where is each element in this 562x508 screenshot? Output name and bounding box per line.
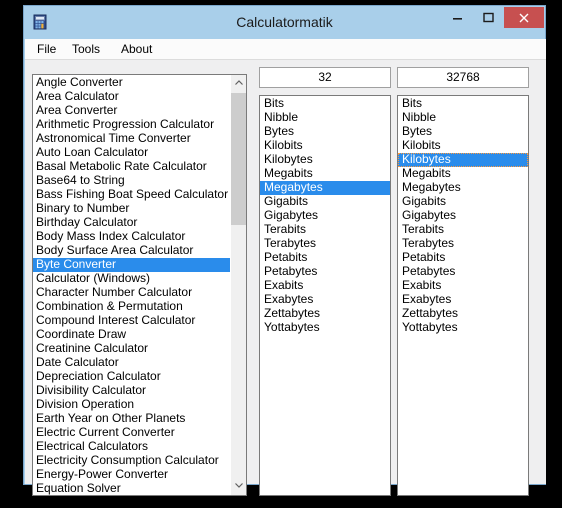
source-unit-item[interactable]: Megabytes [260, 181, 390, 195]
target-unit-item[interactable]: Kilobits [398, 139, 528, 153]
menu-item-about[interactable]: About [114, 41, 159, 58]
calculator-icon [32, 14, 48, 30]
category-list-item[interactable]: Compound Interest Calculator [33, 314, 231, 328]
target-value-input[interactable]: 32768 [397, 67, 529, 88]
category-list-items[interactable]: Angle Converter Area Calculator Area Conve… [33, 75, 231, 495]
source-value-input[interactable]: 32 [259, 67, 391, 88]
category-list-item[interactable]: Basal Metabolic Rate Calculator [33, 160, 231, 174]
category-list-item[interactable]: Calculator (Windows) [33, 272, 231, 286]
source-unit-item[interactable]: Kilobytes [260, 153, 390, 167]
target-unit-item[interactable]: Bits [398, 97, 528, 111]
category-list-item[interactable]: Auto Loan Calculator [33, 146, 231, 160]
source-unit-item[interactable]: Terabytes [260, 237, 390, 251]
title-bar[interactable]: Calculatormatik [24, 6, 545, 39]
target-unit-list[interactable]: Bits Nibble Bytes Kilobits Kilobytes Megabits… [397, 95, 529, 496]
source-unit-item[interactable]: Bits [260, 97, 390, 111]
category-list-item[interactable]: Body Surface Area Calculator [33, 244, 231, 258]
menu-bar: File Tools About [25, 39, 546, 60]
target-unit-item[interactable]: Zettabytes [398, 307, 528, 321]
scroll-up-button[interactable] [231, 75, 246, 92]
scroll-down-button[interactable] [231, 478, 246, 495]
client-area: Angle Converter Area Calculator Area Conve… [25, 60, 546, 496]
menu-item-tools[interactable]: Tools [65, 41, 107, 58]
category-list[interactable]: Angle Converter Area Calculator Area Conve… [32, 74, 247, 496]
category-list-item[interactable]: Depreciation Calculator [33, 370, 231, 384]
category-list-item[interactable]: Base64 to String [33, 174, 231, 188]
category-list-item[interactable]: Bass Fishing Boat Speed Calculator [33, 188, 231, 202]
category-list-item[interactable]: Character Number Calculator [33, 286, 231, 300]
source-unit-list[interactable]: Bits Nibble Bytes Kilobits Kilobytes Megabits… [259, 95, 391, 496]
category-list-item[interactable]: Electricity Consumption Calculator [33, 454, 231, 468]
category-list-item[interactable]: Body Mass Index Calculator [33, 230, 231, 244]
category-list-item[interactable]: Binary to Number [33, 202, 231, 216]
target-unit-item[interactable]: Gigabytes [398, 209, 528, 223]
target-unit-item[interactable]: Petabytes [398, 265, 528, 279]
category-list-item[interactable]: Creatinine Calculator [33, 342, 231, 356]
source-unit-items[interactable]: Bits Nibble Bytes Kilobits Kilobytes Megabits… [260, 96, 390, 335]
source-unit-item[interactable]: Exabits [260, 279, 390, 293]
close-button[interactable] [504, 7, 544, 28]
close-icon [519, 13, 529, 22]
target-unit-item[interactable]: Terabytes [398, 237, 528, 251]
source-unit-item[interactable]: Petabits [260, 251, 390, 265]
target-unit-item[interactable]: Yottabytes [398, 321, 528, 335]
target-unit-item[interactable]: Kilobytes [398, 153, 528, 167]
source-unit-item[interactable]: Petabytes [260, 265, 390, 279]
target-unit-item[interactable]: Petabits [398, 251, 528, 265]
category-list-item[interactable]: Astronomical Time Converter [33, 132, 231, 146]
menu-item-file[interactable]: File [30, 41, 63, 58]
target-unit-item[interactable]: Exabits [398, 279, 528, 293]
source-unit-item[interactable]: Megabits [260, 167, 390, 181]
category-list-item[interactable]: Electric Current Converter [33, 426, 231, 440]
source-unit-item[interactable]: Yottabytes [260, 321, 390, 335]
maximize-button[interactable] [473, 7, 504, 28]
category-list-item[interactable]: Division Operation [33, 398, 231, 412]
source-unit-item[interactable]: Bytes [260, 125, 390, 139]
category-list-item[interactable]: Angle Converter [33, 76, 231, 90]
target-unit-item[interactable]: Megabits [398, 167, 528, 181]
category-list-item[interactable]: Combination & Permutation [33, 300, 231, 314]
source-unit-item[interactable]: Gigabytes [260, 209, 390, 223]
target-unit-item[interactable]: Megabytes [398, 181, 528, 195]
category-list-item[interactable]: Byte Converter [33, 258, 231, 272]
source-unit-item[interactable]: Gigabits [260, 195, 390, 209]
minimize-icon [453, 18, 462, 20]
target-unit-item[interactable]: Exabytes [398, 293, 528, 307]
category-list-item[interactable]: Earth Year on Other Planets [33, 412, 231, 426]
minimize-button[interactable] [442, 7, 473, 28]
maximize-icon [483, 12, 494, 23]
category-list-item[interactable]: Arithmetic Progression Calculator [33, 118, 231, 132]
chevron-down-icon [235, 483, 243, 488]
category-list-item[interactable]: Equation Solver [33, 482, 231, 495]
category-list-item[interactable]: Coordinate Draw [33, 328, 231, 342]
category-list-item[interactable]: Area Converter [33, 104, 231, 118]
category-list-item[interactable]: Birthday Calculator [33, 216, 231, 230]
category-list-scrollbar[interactable] [230, 75, 246, 495]
target-unit-item[interactable]: Terabits [398, 223, 528, 237]
category-list-item[interactable]: Date Calculator [33, 356, 231, 370]
category-list-item[interactable]: Energy-Power Converter [33, 468, 231, 482]
source-unit-item[interactable]: Exabytes [260, 293, 390, 307]
category-list-item[interactable]: Area Calculator [33, 90, 231, 104]
chevron-up-icon [235, 80, 243, 85]
scrollbar-thumb[interactable] [231, 93, 246, 225]
category-list-item[interactable]: Electrical Calculators [33, 440, 231, 454]
target-unit-item[interactable]: Gigabits [398, 195, 528, 209]
target-unit-items[interactable]: Bits Nibble Bytes Kilobits Kilobytes Megabits… [398, 96, 528, 335]
source-unit-item[interactable]: Zettabytes [260, 307, 390, 321]
source-unit-item[interactable]: Terabits [260, 223, 390, 237]
source-unit-item[interactable]: Nibble [260, 111, 390, 125]
category-list-item[interactable]: Divisibility Calculator [33, 384, 231, 398]
target-unit-item[interactable]: Bytes [398, 125, 528, 139]
target-unit-item[interactable]: Nibble [398, 111, 528, 125]
source-unit-item[interactable]: Kilobits [260, 139, 390, 153]
application-window: Calculatormatik File Tools About Angle C… [23, 5, 546, 496]
